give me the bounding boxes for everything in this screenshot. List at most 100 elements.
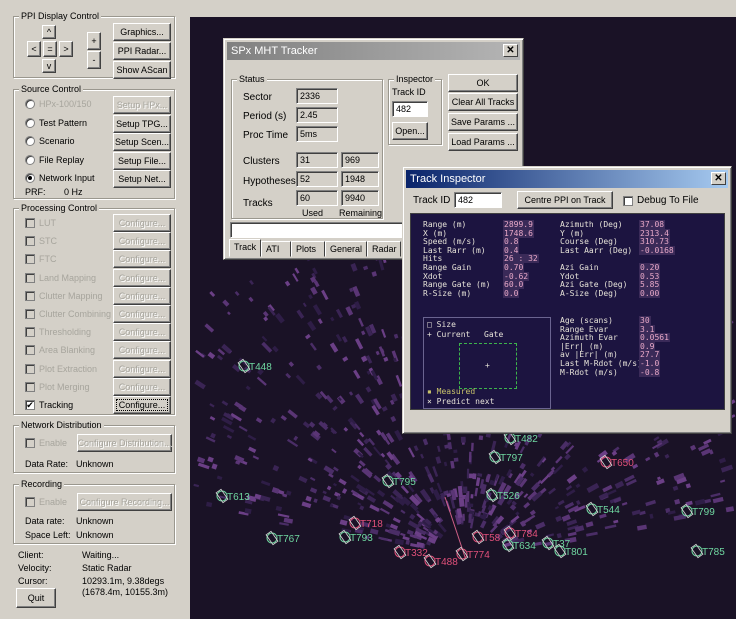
ti-value-text: -0.0168 <box>639 245 675 255</box>
processing-checkbox-5[interactable]: Clutter Combining <box>25 309 111 319</box>
processing-checkbox-2[interactable]: FTC <box>25 254 57 265</box>
mht-message-box <box>230 222 415 238</box>
track-label: T767 <box>277 534 300 545</box>
source-radio-3[interactable]: File Replay <box>25 154 84 165</box>
close-icon[interactable]: ✕ <box>711 172 726 185</box>
processing-configure-button[interactable]: Configure... <box>113 268 171 287</box>
legend-predict-text: Predict next <box>436 397 495 406</box>
processing-checkbox-8[interactable]: Plot Extraction <box>25 363 97 374</box>
checkbox-box <box>623 195 633 206</box>
processing-checkbox-10[interactable]: ✔ Tracking <box>25 400 73 410</box>
pan-up-button[interactable]: ^ <box>42 25 56 39</box>
inspector-title-bar[interactable]: Track Inspector ✕ <box>406 170 728 188</box>
ti-value-text: 37.08 <box>639 220 666 229</box>
processing-configure-button[interactable]: Configure... <box>113 359 171 378</box>
quit-button[interactable]: Quit <box>16 588 56 608</box>
processing-checkbox-4[interactable]: Clutter Mapping <box>25 290 103 301</box>
radar-return <box>209 290 216 297</box>
processing-checkbox-6[interactable]: Thresholding <box>25 327 91 338</box>
processing-configure-button[interactable]: Configure... <box>113 214 171 232</box>
mht-tab[interactable]: Track <box>229 239 261 257</box>
recording-enable-checkbox[interactable]: Enable <box>25 497 67 507</box>
radar-return <box>341 488 348 494</box>
source-setup-button[interactable]: Setup TPG... <box>113 114 171 133</box>
mht-tab[interactable]: Radar <box>367 241 401 257</box>
pan-down-button[interactable]: v <box>42 59 56 73</box>
radar-return <box>685 483 691 489</box>
radar-return <box>664 453 670 459</box>
radar-return <box>358 317 364 327</box>
source-setup-button[interactable]: Setup Net... <box>113 170 171 188</box>
close-icon[interactable]: ✕ <box>503 44 518 57</box>
processing-checkbox-3[interactable]: Land Mapping <box>25 272 96 283</box>
source-radio-2[interactable]: Scenario <box>25 136 75 146</box>
source-setup-button[interactable]: Setup Scen... <box>113 133 171 151</box>
ti-label-text: Last Aarr (Deg) <box>560 245 633 255</box>
open-button[interactable]: Open... <box>392 122 428 140</box>
pan-left-button[interactable]: < <box>27 41 41 57</box>
source-radio-4[interactable]: Network Input <box>25 173 95 183</box>
source-radio-1[interactable]: Test Pattern <box>25 117 87 128</box>
mht-tab[interactable]: General <box>325 241 367 257</box>
processing-configure-button[interactable]: Configure... <box>113 377 171 396</box>
track-label: T58 <box>483 533 501 544</box>
ti-track-id-field[interactable]: 482 <box>454 192 502 208</box>
radar-return <box>363 265 369 271</box>
graphics-button[interactable]: Graphics... <box>113 23 171 41</box>
radar-return <box>720 464 734 473</box>
processing-configure-button[interactable]: Configure... <box>113 341 171 360</box>
processing-configure-button[interactable]: Configure... <box>113 323 171 342</box>
ti-field-value: 0.8 <box>503 237 520 247</box>
space-left-label: Space Left: <box>25 530 71 540</box>
processing-configure-button[interactable]: Configure... <box>113 232 171 251</box>
radar-return <box>352 285 361 297</box>
radar-return <box>313 498 318 504</box>
show-ascan-button[interactable]: Show AScan <box>113 61 171 79</box>
processing-checkbox-0[interactable]: LUT <box>25 218 56 228</box>
radar-return <box>481 504 487 514</box>
mht-tab[interactable]: ATI <box>261 241 291 257</box>
radar-return <box>474 487 479 497</box>
radar-return <box>393 333 399 339</box>
radar-return <box>285 372 292 379</box>
debug-to-file-label: Debug To File <box>637 195 699 206</box>
processing-configure-button[interactable]: Configure... <box>113 305 171 323</box>
load-params-button[interactable]: Load Params ... <box>448 133 518 151</box>
proc-time-label: Proc Time <box>243 130 289 141</box>
centre-ppi-button[interactable]: Centre PPI on Track <box>517 191 613 209</box>
processing-configure-button[interactable]: Configure... <box>113 286 171 305</box>
debug-to-file-checkbox[interactable]: Debug To File <box>623 195 699 206</box>
processing-configure-button[interactable]: Configure... <box>113 250 171 269</box>
source-radio-0[interactable]: HPx-100/150 <box>25 99 92 109</box>
ok-button[interactable]: OK <box>448 74 518 92</box>
processing-checkbox-1[interactable]: STC <box>25 236 57 247</box>
processing-checkbox-7[interactable]: Area Blanking <box>25 345 95 356</box>
inspector-track-id-input[interactable]: 482 <box>392 101 428 117</box>
processing-checkbox-9[interactable]: Plot Merging <box>25 381 90 392</box>
radar-return <box>363 446 373 457</box>
radar-return <box>653 451 660 458</box>
mht-tab-strip: Track ATI Plots General Radar <box>229 239 419 258</box>
configure-distribution-button[interactable]: Configure Distribution... <box>77 434 172 452</box>
source-setup-button[interactable]: Setup HPx... <box>113 96 171 114</box>
radar-return <box>555 455 563 464</box>
zoom-in-button[interactable]: + <box>87 32 101 50</box>
network-enable-checkbox[interactable]: Enable <box>25 438 67 448</box>
hypotheses-remaining-field: 1948 <box>341 171 379 187</box>
radar-return <box>197 462 210 470</box>
radar-return <box>379 507 390 515</box>
mht-tab[interactable]: Plots <box>291 241 325 257</box>
zoom-out-button[interactable]: - <box>87 51 101 69</box>
save-params-button[interactable]: Save Params ... <box>448 113 518 131</box>
configure-recording-button[interactable]: Configure Recording... <box>77 493 172 511</box>
processing-configure-button[interactable]: Configure... <box>113 396 171 414</box>
legend-measured: ▪ Measured <box>427 387 476 396</box>
radar-return <box>392 517 401 524</box>
mht-title-bar[interactable]: SPx MHT Tracker ✕ <box>227 42 520 60</box>
pan-center-button[interactable]: = <box>43 41 57 57</box>
ti-field-label: A-Size (Deg) <box>560 289 618 298</box>
clear-all-tracks-button[interactable]: Clear All Tracks <box>448 93 518 111</box>
ppi-radar-button[interactable]: PPI Radar... <box>113 42 171 60</box>
pan-right-button[interactable]: > <box>59 41 73 57</box>
source-setup-button[interactable]: Setup File... <box>113 151 171 170</box>
